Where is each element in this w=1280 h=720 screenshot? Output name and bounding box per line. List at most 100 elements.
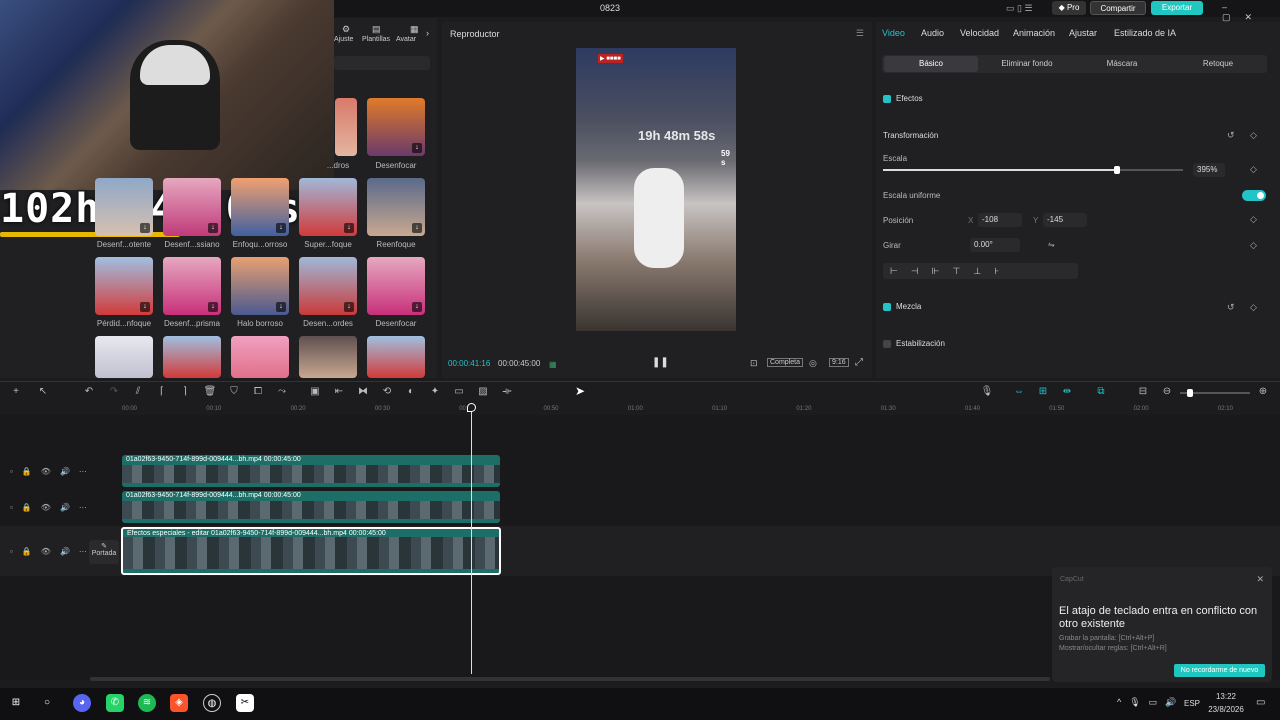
magic-icon[interactable]: ✦ <box>428 386 442 397</box>
video-clip[interactable]: 01a02f63-9450-714f-899d-009444...bh.mp4 … <box>122 455 500 487</box>
download-icon[interactable]: ↓ <box>276 302 286 312</box>
freeze-icon[interactable]: ▣ <box>308 386 322 397</box>
chain-icon[interactable]: ⇹ <box>1060 386 1074 397</box>
subtab[interactable]: Básico <box>886 59 976 68</box>
efectos-checkbox[interactable] <box>883 95 891 103</box>
tray-icons[interactable]: ^🎙▭🔊 <box>1117 697 1184 708</box>
frame-icon[interactable]: ▭ <box>452 386 466 397</box>
effect-thumb[interactable]: ↓ <box>299 178 357 236</box>
notification-icon[interactable]: ▭ <box>1256 697 1265 708</box>
zoom-in-icon[interactable]: ⊕ <box>1256 386 1270 397</box>
girar-input[interactable]: 0.00° <box>970 238 1020 252</box>
playhead-handle[interactable] <box>467 403 476 412</box>
reverse-icon[interactable]: ⇤ <box>332 386 346 397</box>
tab-plantillas[interactable]: Plantillas <box>362 36 390 43</box>
quality-select[interactable]: Completa <box>767 358 803 367</box>
effect-thumb[interactable]: ↓ <box>367 257 425 315</box>
zoom-out-icon[interactable]: ⊖ <box>1160 386 1174 397</box>
split-left-icon[interactable]: ⌈ <box>155 386 169 397</box>
effect-thumb[interactable]: ↓ <box>163 257 221 315</box>
effect-thumb[interactable]: ↓ <box>367 178 425 236</box>
obs-icon[interactable]: ◍ <box>203 694 221 712</box>
flip-icon[interactable]: ⇋ <box>1048 240 1055 249</box>
escala-slider[interactable] <box>883 166 1183 174</box>
download-icon[interactable]: ↓ <box>344 223 354 233</box>
effect-thumb[interactable] <box>367 336 425 378</box>
pro-button[interactable]: ◆ Pro <box>1052 1 1086 15</box>
layout-icon[interactable]: ▭ ▯ ☰ <box>1006 3 1033 14</box>
effect-thumb[interactable]: ↓ <box>299 257 357 315</box>
escala-handle[interactable] <box>1114 166 1120 174</box>
search-bar[interactable] <box>334 56 430 70</box>
windows-start-icon[interactable]: ⊞ <box>7 694 25 712</box>
effect-thumb[interactable] <box>299 336 357 378</box>
download-icon[interactable]: ↓ <box>208 302 218 312</box>
fullscreen-icon[interactable]: ⤢ <box>855 357 863 368</box>
download-icon[interactable]: ↓ <box>140 302 150 312</box>
download-icon[interactable]: ↓ <box>140 223 150 233</box>
keyframe-icon[interactable]: ◇ <box>1250 214 1257 225</box>
ratio-select[interactable]: 9:16 <box>829 358 849 367</box>
subtab[interactable]: Eliminar fondo <box>982 59 1072 68</box>
video-clip[interactable]: 01a02f63-9450-714f-899d-009444...bh.mp4 … <box>122 491 500 523</box>
clock-time[interactable]: 13:22 <box>1204 692 1248 701</box>
clock-date[interactable]: 23/8/2026 <box>1202 705 1250 714</box>
undo-icon[interactable]: ↶ <box>82 386 96 397</box>
spotify-icon[interactable]: ≋ <box>138 694 156 712</box>
track-controls[interactable]: ▫🔒👁🔊⋯ <box>10 503 96 512</box>
crop-tool-icon[interactable]: ⧠ <box>251 386 265 397</box>
tab-avatar[interactable]: Avatar <box>396 36 416 43</box>
crop-icon[interactable]: ⊡ <box>750 358 758 369</box>
menu-icon[interactable]: ☰ <box>856 28 864 39</box>
pos-x-input[interactable]: -108 <box>978 213 1022 227</box>
tab-prop-5[interactable]: Estilizado de IA <box>1114 28 1176 38</box>
redo-icon[interactable]: ↷ <box>107 386 121 397</box>
effect-thumb[interactable]: ↓ <box>95 257 153 315</box>
rotate-icon[interactable]: ⟲ <box>380 386 394 397</box>
select-tool-icon[interactable]: ↖ <box>36 386 50 397</box>
mezcla-checkbox[interactable] <box>883 303 891 311</box>
escala-uniforme-toggle[interactable] <box>1242 190 1266 201</box>
download-icon[interactable]: ↓ <box>208 223 218 233</box>
caption-icon[interactable]: ⊟ <box>1136 386 1150 397</box>
split-icon[interactable]: ⫽ <box>131 386 145 397</box>
tab-prop-2[interactable]: Velocidad <box>960 28 999 38</box>
cover-button[interactable]: ✎ Portada <box>89 540 119 564</box>
align-toolbar[interactable]: ⊢⊣⊩⊤⊥⊦ <box>883 263 1078 279</box>
pause-button[interactable]: ❚❚ <box>652 357 669 368</box>
mirror-icon[interactable]: ⧓ <box>356 386 370 397</box>
capcut-icon[interactable]: ✂ <box>236 694 254 712</box>
reset-icon[interactable]: ↺ <box>1227 302 1235 313</box>
mic-icon[interactable]: 🎙 <box>980 386 994 397</box>
effect-thumb[interactable] <box>335 98 357 156</box>
delete-icon[interactable]: 🗑 <box>203 386 217 397</box>
tab-prop-4[interactable]: Ajustar <box>1069 28 1097 38</box>
download-icon[interactable]: ↓ <box>412 223 422 233</box>
timeline-scrollbar[interactable] <box>90 677 1050 681</box>
download-icon[interactable]: ↓ <box>276 223 286 233</box>
shield-icon[interactable]: ⛉ <box>227 386 241 397</box>
subtab[interactable]: Máscara <box>1077 59 1167 68</box>
effect-thumb[interactable] <box>231 336 289 378</box>
zoom-slider[interactable] <box>1180 389 1250 397</box>
download-icon[interactable]: ↓ <box>412 302 422 312</box>
link-icon[interactable]: ⇔ <box>1012 386 1026 397</box>
video-clip-selected[interactable]: Efectos especiales - editar 01a02f63-945… <box>121 527 501 575</box>
share-button[interactable]: Compartir <box>1090 1 1146 15</box>
download-icon[interactable]: ↓ <box>344 302 354 312</box>
playhead[interactable] <box>471 404 472 674</box>
estabilizacion-checkbox[interactable] <box>883 340 891 348</box>
track-controls[interactable]: ▫🔒👁🔊⋯ <box>10 547 96 556</box>
screenshot-icon[interactable]: ◎ <box>809 358 817 369</box>
tab-video[interactable]: Video <box>882 28 905 38</box>
search-icon[interactable]: ○ <box>38 694 56 712</box>
whatsapp-icon[interactable]: ✆ <box>106 694 124 712</box>
subtab[interactable]: Retoque <box>1173 59 1263 68</box>
audio-split-icon[interactable]: ⟛ <box>500 386 514 397</box>
discord-icon[interactable]: ◕ <box>73 694 91 712</box>
effect-thumb[interactable]: ↓ <box>231 178 289 236</box>
tab-ajuste[interactable]: Ajuste <box>334 36 353 43</box>
keyframe-icon[interactable]: ◇ <box>1250 240 1257 251</box>
keyframe-icon[interactable]: ◇ <box>1250 164 1257 175</box>
reset-icon[interactable]: ↺ <box>1227 130 1235 141</box>
